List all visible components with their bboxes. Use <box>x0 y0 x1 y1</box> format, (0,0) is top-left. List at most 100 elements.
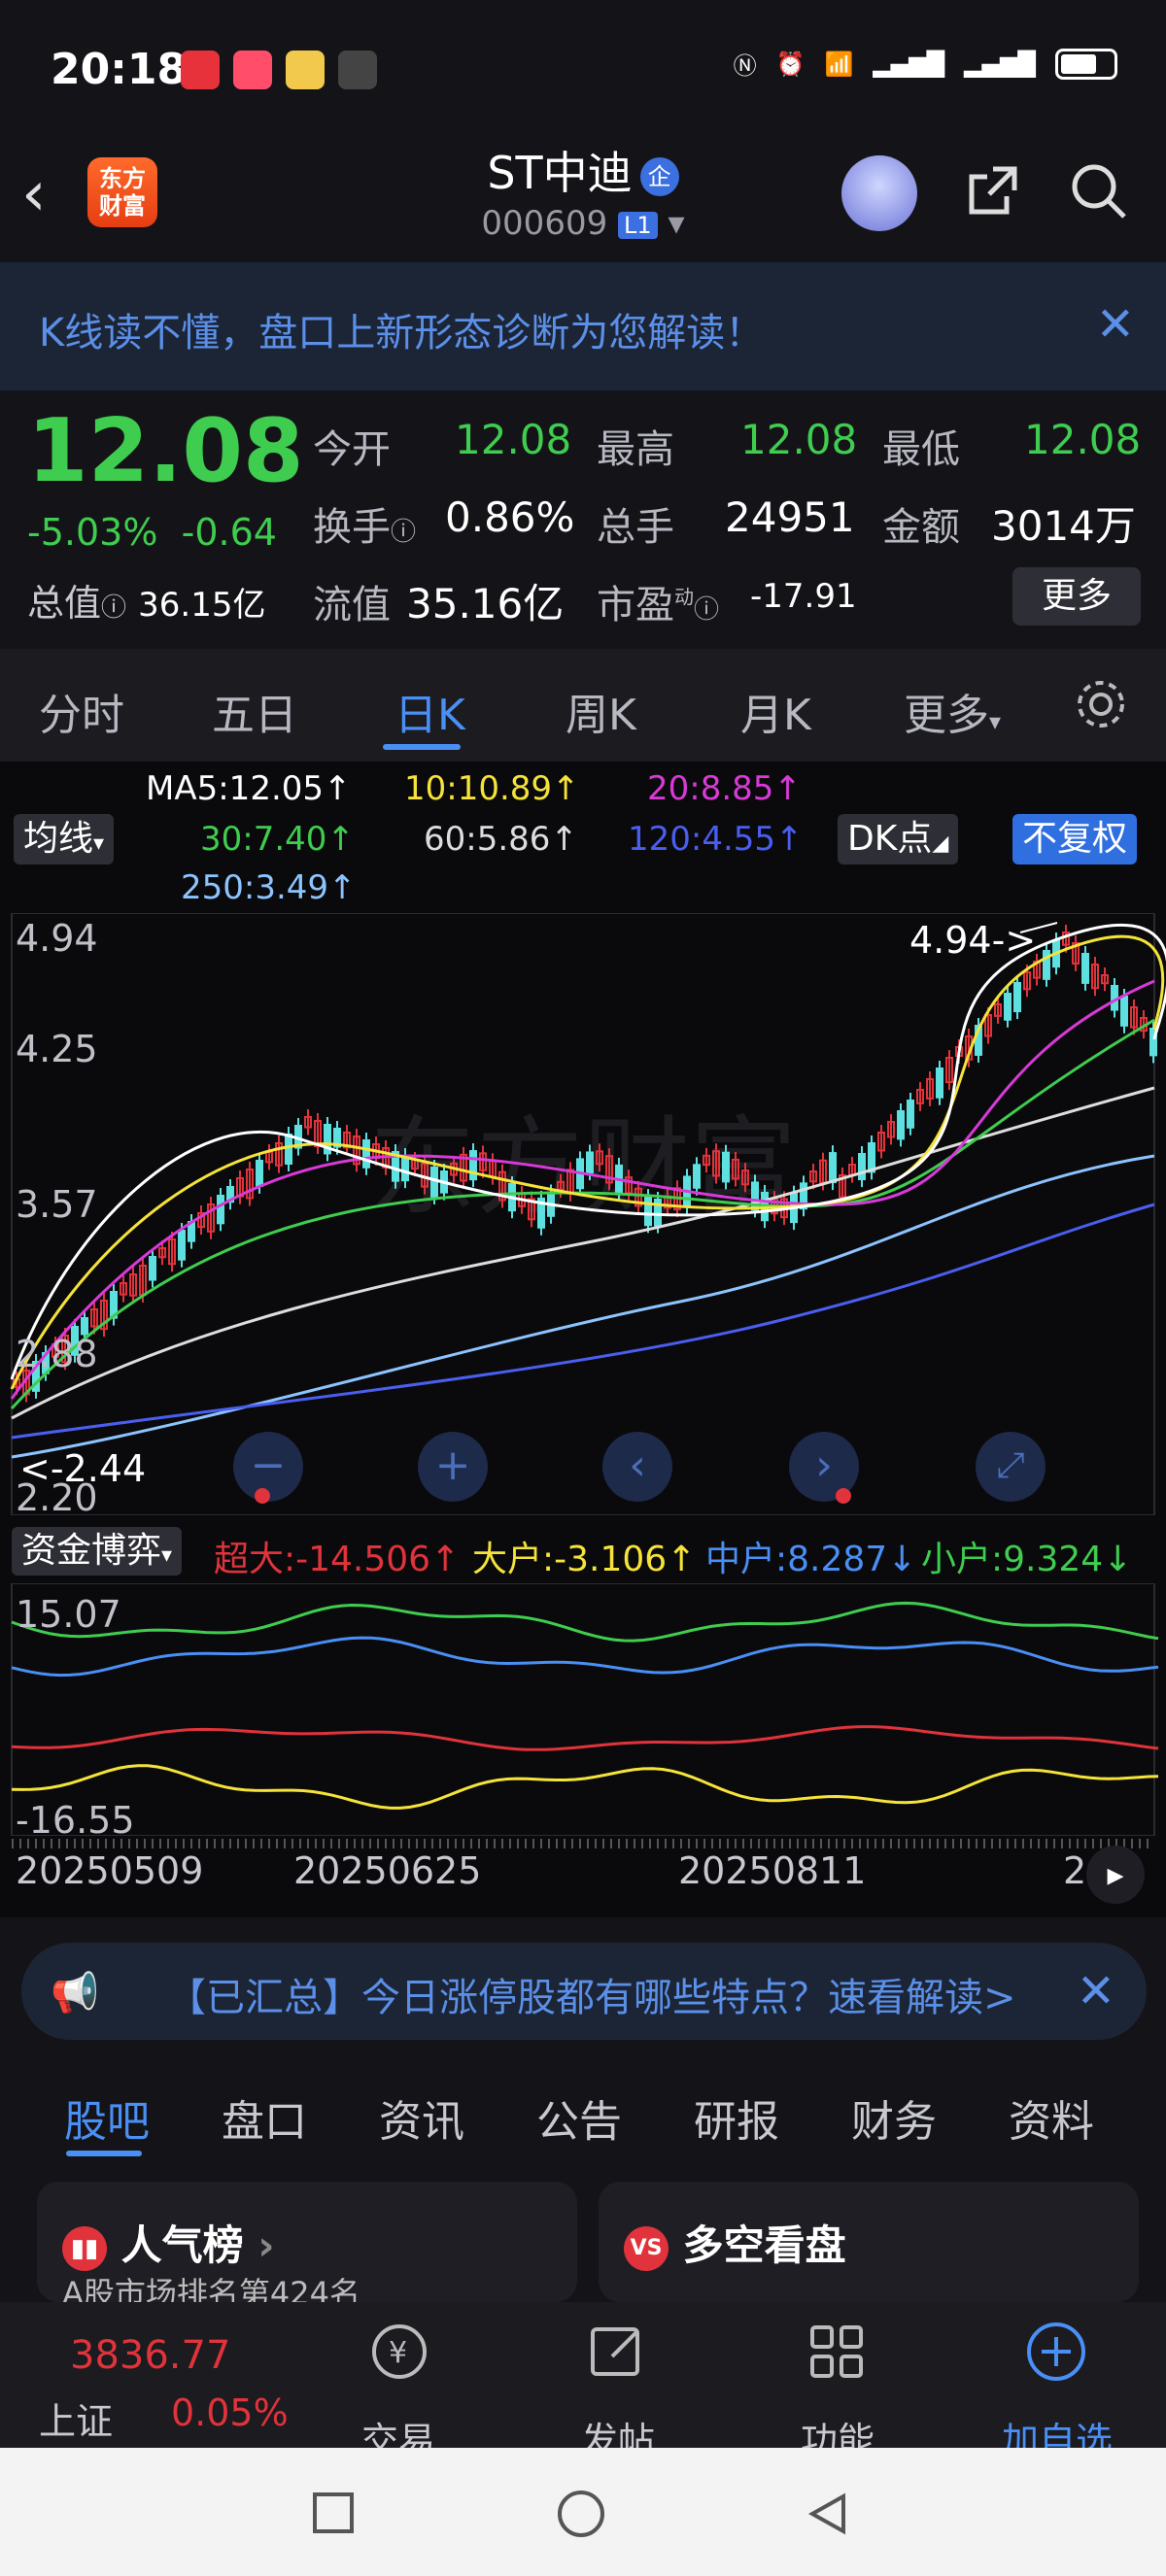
tab-orderbook[interactable]: 盘口 <box>222 2086 307 2149</box>
high-label: 最高 <box>597 427 674 472</box>
y-axis-label-2: 4.25 <box>16 1028 98 1070</box>
ma20-label: 20:8.85↑ <box>647 769 802 808</box>
bull-bear-title-text: 多空看盘 <box>682 2221 846 2269</box>
tab-forum[interactable]: 股吧 <box>64 2086 150 2149</box>
home-icon[interactable] <box>558 2491 604 2537</box>
index-value[interactable]: 3836.77 <box>70 2333 230 2378</box>
recent-apps-icon[interactable] <box>313 2492 354 2533</box>
triangle-down-icon: ▾ <box>989 708 1002 735</box>
info-icon[interactable]: ⓘ <box>101 593 126 623</box>
high-value: 12.08 <box>740 416 858 463</box>
ma30-label: 30:7.40↑ <box>200 820 355 859</box>
indicator-select[interactable]: 均线▾ <box>14 814 115 864</box>
tab-research[interactable]: 研报 <box>694 2086 779 2149</box>
low-label: 最低 <box>882 427 960 472</box>
amount-value: 3014万 <box>991 502 1136 550</box>
ma5-label: MA5:12.05↑ <box>146 769 352 808</box>
vs-icon: VS <box>624 2225 669 2271</box>
close-icon[interactable]: ✕ <box>1077 1964 1115 2018</box>
adjust-button[interactable]: 不复权 <box>1012 814 1138 864</box>
flow-super-label: 超大:-14.506↑ <box>214 1540 461 1579</box>
promo-banner[interactable]: K线读不懂，盘口上新形态诊断为您解读！ ✕ <box>0 262 1166 390</box>
assistant-robot-icon[interactable] <box>841 155 917 231</box>
status-time: 20:18 <box>51 45 188 94</box>
trade-icon[interactable]: ¥ <box>365 2318 433 2386</box>
tab-news[interactable]: 资讯 <box>379 2086 464 2149</box>
popularity-title-text: 人气榜 <box>120 2221 244 2269</box>
tab-five-day[interactable]: 五日 <box>212 680 297 742</box>
more-button[interactable]: 更多 <box>1012 567 1141 626</box>
wifi-icon: 📶 <box>824 50 854 78</box>
turnover-label: 换手ⓘ <box>313 495 416 552</box>
red-dot <box>255 1488 270 1504</box>
big-flow-line <box>11 1764 1159 1810</box>
banner-text: K线读不懂，盘口上新形态诊断为您解读！ <box>39 311 765 356</box>
status-system-icons: Ⓝ ⏰ 📶 ▂▄▆█ ▂▄▆█ <box>734 47 1117 81</box>
search-icon[interactable] <box>1069 161 1129 221</box>
add-watchlist-icon[interactable] <box>1022 2318 1090 2386</box>
dk-point-select[interactable]: DK点◢ <box>838 814 959 864</box>
share-icon[interactable] <box>964 163 1020 220</box>
tab-daily-k[interactable]: 日K <box>394 680 465 742</box>
tab-announcements[interactable]: 公告 <box>536 2086 622 2149</box>
y-axis-label-top: 4.94 <box>16 917 98 960</box>
fullscreen-icon[interactable]: ⤢ <box>976 1432 1046 1502</box>
stock-name: ST中迪 <box>487 147 633 199</box>
float-value-label: 流值 <box>313 583 391 627</box>
functions-grid-icon[interactable] <box>803 2318 871 2386</box>
low-price-tag: <-2.44 <box>19 1447 147 1490</box>
tab-weekly-k[interactable]: 周K <box>566 680 636 742</box>
change-abs: -0.64 <box>181 511 277 554</box>
tab-profile[interactable]: 资料 <box>1009 2086 1094 2149</box>
flow-indicator-select[interactable]: 资金博弈▾ <box>12 1527 183 1576</box>
zoom-in-button[interactable]: + <box>418 1432 488 1502</box>
triangle-down-icon: ▾ <box>93 831 105 856</box>
popularity-card[interactable]: ▮▮ 人气榜 › A股市场排名第424名 <box>37 2182 577 2312</box>
back-nav-icon[interactable] <box>805 2491 851 2537</box>
total-value: 总值ⓘ 36.15亿 <box>27 573 265 627</box>
volume-label: 总手 <box>597 505 674 550</box>
high-price-tag: 4.94-> <box>909 919 1037 962</box>
flow-axis-bottom: -16.55 <box>16 1799 135 1842</box>
settings-gear-icon[interactable] <box>1073 676 1129 732</box>
bull-bear-card[interactable]: VS 多空看盘 <box>599 2182 1139 2302</box>
scroll-dates-arrow-icon[interactable]: ▸ <box>1086 1846 1145 1904</box>
kline-chart[interactable]: 东方财富 <box>0 913 1166 1515</box>
index-pct[interactable]: 0.05% <box>171 2391 289 2434</box>
notice-text: 【已汇总】今日涨停股都有哪些特点？速看解读> <box>167 1976 1016 2020</box>
y-axis-label-3: 3.57 <box>16 1183 98 1226</box>
close-icon[interactable]: ✕ <box>1096 297 1135 352</box>
scroll-left-button[interactable]: ‹ <box>602 1432 672 1502</box>
tab-intraday[interactable]: 分时 <box>39 680 124 742</box>
info-icon[interactable]: ⓘ <box>694 595 719 625</box>
tab-finance[interactable]: 财务 <box>851 2086 937 2149</box>
tab-monthly-k[interactable]: 月K <box>740 680 811 742</box>
pe-label: 市盈动ⓘ <box>597 573 719 629</box>
float-value: 35.16亿 <box>406 580 565 627</box>
flow-axis-top: 15.07 <box>16 1593 121 1636</box>
music-app-icon <box>233 51 272 89</box>
level-badge: L1 <box>618 211 658 239</box>
ma250-label: 250:3.49↑ <box>181 868 357 907</box>
popularity-title: ▮▮ 人气榜 › <box>62 2213 275 2272</box>
pe-value: -17.91 <box>750 577 857 616</box>
post-edit-icon[interactable] <box>583 2318 651 2386</box>
info-icon[interactable]: ⓘ <box>391 518 416 547</box>
turnover-value: 0.86% <box>445 493 575 541</box>
tab-more[interactable]: 更多▾ <box>904 680 1001 742</box>
dk-label: DK点 <box>847 819 933 859</box>
flow-big-label: 大户:-3.106↑ <box>472 1540 697 1579</box>
turnover-label-text: 换手 <box>313 505 391 550</box>
total-value-value: 36.15亿 <box>138 586 266 625</box>
app-icon <box>286 51 325 89</box>
date-label-1: 20250509 <box>16 1849 204 1892</box>
fund-flow-chart <box>11 1583 1159 1836</box>
index-name[interactable]: 上证 <box>39 2391 113 2445</box>
signal2-icon: ▂▄▆█ <box>964 50 1036 78</box>
date-label-4: 2 <box>1063 1849 1087 1892</box>
flow-small-label: 小户:9.324↓ <box>921 1540 1133 1579</box>
nfc-icon: Ⓝ <box>733 52 757 80</box>
notice-bar[interactable]: 📢 【已汇总】今日涨停股都有哪些特点？速看解读> ✕ <box>21 1943 1147 2040</box>
open-value: 12.08 <box>455 416 572 463</box>
super-flow-line <box>11 1725 1159 1751</box>
